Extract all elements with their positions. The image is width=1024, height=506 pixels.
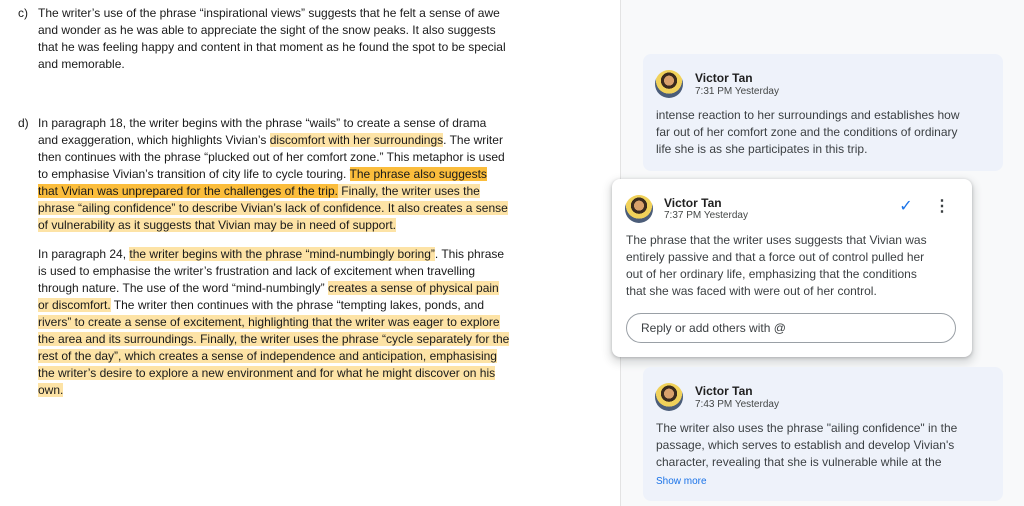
comments-sidebar: Victor Tan 7:31 PM Yesterday intense rea…: [612, 0, 1024, 506]
comment-body: The phrase that the writer uses suggests…: [626, 232, 927, 300]
commented-text-highlight[interactable]: the writer begins with the phrase “mind-…: [129, 247, 435, 261]
avatar[interactable]: [625, 195, 653, 223]
comment-card[interactable]: Victor Tan 7:31 PM Yesterday intense rea…: [643, 54, 1003, 171]
comment-timestamp: 7:37 PM Yesterday: [664, 210, 748, 221]
text-line: and memorable.: [38, 57, 125, 71]
text-line: and exaggeration, which highlights Vivia…: [38, 132, 503, 149]
list-marker: d): [18, 116, 29, 130]
comment-timestamp: 7:43 PM Yesterday: [695, 399, 779, 410]
check-icon[interactable]: ✓: [896, 197, 916, 217]
commented-text-highlight[interactable]: of vulnerability as it suggests that Viv…: [38, 218, 396, 232]
commented-text-highlight[interactable]: rivers” to create a sense of excitement,…: [38, 315, 500, 329]
text-line: and wonder as he was able to appreciate …: [38, 23, 496, 37]
comment-body: The writer also uses the phrase "ailing …: [656, 420, 957, 471]
text-line: is used to emphasise the writer’s frustr…: [38, 264, 476, 278]
text-line: or discomfort. The writer then continues…: [38, 297, 484, 314]
commented-text-highlight[interactable]: phrase “ailing confidence” to describe V…: [38, 201, 508, 215]
commented-text-highlight[interactable]: discomfort with her surroundings: [269, 133, 444, 147]
text-line: The writer’s use of the phrase “inspirat…: [38, 6, 500, 20]
text-line: that he was feeling happy and content in…: [38, 40, 506, 54]
comment-line: intense reaction to her surroundings and…: [656, 108, 960, 122]
comment-line: life she is as she participates in this …: [656, 142, 868, 156]
text-line: In paragraph 18, the writer begins with …: [38, 116, 487, 130]
text-run: to emphasise Vivian’s transition of city…: [38, 167, 350, 181]
commented-text-highlight[interactable]: rest of the day”, which creates a sense …: [38, 349, 497, 363]
comment-line: entirely passive and that a force out of…: [626, 250, 925, 264]
active-comment-highlight[interactable]: The phrase also suggests: [349, 167, 487, 181]
comment-card[interactable]: Victor Tan 7:43 PM Yesterday The writer …: [643, 367, 1003, 501]
reply-input[interactable]: Reply or add others with @: [626, 313, 956, 343]
commented-text-highlight[interactable]: or discomfort.: [38, 298, 111, 312]
comment-line: character, revealing that she is vulnera…: [656, 455, 942, 469]
comment-author: Victor Tan: [695, 384, 753, 398]
comment-line: that she was faced with were out of her …: [626, 284, 877, 298]
comment-author: Victor Tan: [664, 196, 722, 210]
comment-line: far out of her comfort zone and the cond…: [656, 125, 958, 139]
text-line: the writer’s desire to explore a new env…: [38, 365, 496, 382]
comment-line: out of her ordinary life, emphasizing th…: [626, 267, 917, 281]
text-run: and exaggeration, which highlights Vivia…: [38, 133, 270, 147]
list-marker: c): [18, 6, 28, 20]
comment-line: The phrase that the writer uses suggests…: [626, 233, 927, 247]
commented-text-highlight[interactable]: the writer’s desire to explore a new env…: [38, 366, 496, 380]
text-line: to emphasise Vivian’s transition of city…: [38, 166, 487, 183]
document-page: c) The writer’s use of the phrase “inspi…: [0, 0, 620, 506]
text-run: In paragraph 24,: [38, 247, 130, 261]
text-run: through nature. The use of the word “min…: [38, 281, 328, 295]
active-comment-card[interactable]: Victor Tan 7:37 PM Yesterday ✓ ⋮ The phr…: [612, 179, 972, 357]
text-run: . The writer: [443, 133, 503, 147]
text-line: the area and its surroundings. Finally, …: [38, 331, 510, 348]
text-run: . This phrase: [434, 247, 505, 261]
comment-line: The writer also uses the phrase "ailing …: [656, 421, 958, 435]
text-line: phrase “ailing confidence” to describe V…: [38, 200, 508, 217]
more-vert-icon[interactable]: ⋮: [932, 197, 952, 217]
text-line: through nature. The use of the word “min…: [38, 280, 499, 297]
comment-author: Victor Tan: [695, 71, 753, 85]
active-comment-highlight[interactable]: that Vivian was unprepared for the chall…: [38, 184, 338, 198]
text-line: rivers” to create a sense of excitement,…: [38, 314, 500, 331]
comment-line: passage, which serves to establish and d…: [656, 438, 955, 452]
avatar[interactable]: [655, 70, 683, 98]
comment-body: intense reaction to her surroundings and…: [656, 107, 960, 158]
comment-timestamp: 7:31 PM Yesterday: [695, 86, 779, 97]
text-line: then continues with the phrase “plucked …: [38, 150, 505, 164]
text-run: The writer then continues with the phras…: [110, 298, 485, 312]
show-more-link[interactable]: Show more: [656, 476, 707, 487]
text-line: rest of the day”, which creates a sense …: [38, 348, 497, 365]
commented-text-highlight[interactable]: Finally, the writer uses the: [337, 184, 480, 198]
text-line: that Vivian was unprepared for the chall…: [38, 183, 480, 200]
text-line: of vulnerability as it suggests that Viv…: [38, 217, 396, 234]
commented-text-highlight[interactable]: the area and its surroundings. Finally, …: [38, 332, 510, 346]
commented-text-highlight[interactable]: own.: [38, 383, 64, 397]
text-line: In paragraph 24, the writer begins with …: [38, 246, 504, 263]
commented-text-highlight[interactable]: creates a sense of physical pain: [327, 281, 499, 295]
text-line: own.: [38, 382, 64, 399]
avatar[interactable]: [655, 383, 683, 411]
